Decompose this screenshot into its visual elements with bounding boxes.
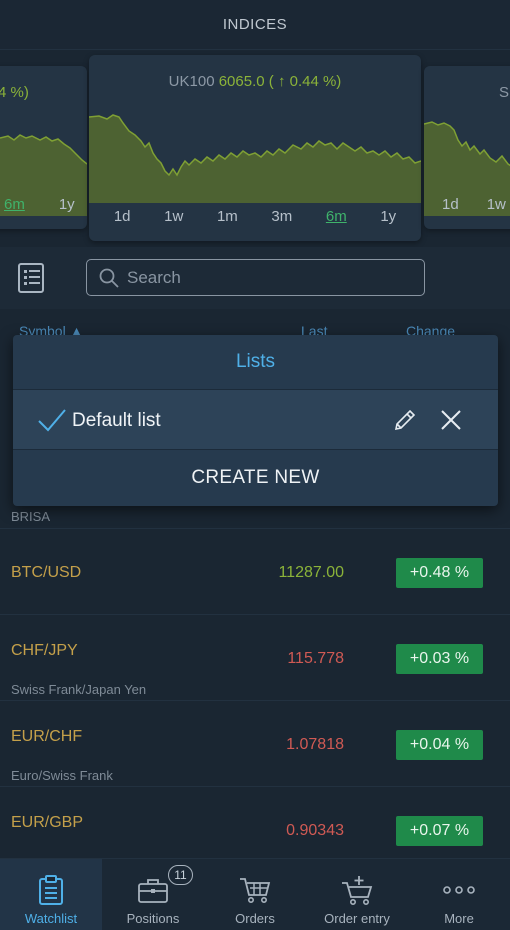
table-row[interactable]: CHF/JPY Swiss Frank/Japan Yen 115.778 +0… xyxy=(0,615,510,701)
index-card-uk100[interactable]: UK100 6065.0 ( ↑ 0.44 %) 1d 1w 1m 3m 6m … xyxy=(89,55,421,241)
index-card-left-title: 4 %) xyxy=(0,84,29,101)
index-change: ( ↑ 0.44 %) xyxy=(268,73,342,90)
create-new-button[interactable]: CREATE NEW xyxy=(13,450,498,506)
row-last-price: 11287.00 xyxy=(278,564,344,581)
more-dots-icon xyxy=(443,886,475,894)
index-card-left-ranges: 6m 1y xyxy=(0,196,87,213)
range-1d[interactable]: 1d xyxy=(442,196,459,213)
search-input[interactable] xyxy=(127,267,407,288)
search-box[interactable] xyxy=(86,259,425,296)
index-card-title: UK100 6065.0 ( ↑ 0.44 %) xyxy=(89,73,421,90)
row-change-badge: +0.48 % xyxy=(396,558,483,588)
table-row[interactable]: EUR/CHF Euro/Swiss Frank 1.07818 +0.04 % xyxy=(0,701,510,787)
row-symbol: EUR/CHF xyxy=(11,728,83,745)
range-3m[interactable]: 3m xyxy=(271,208,292,225)
nav-positions[interactable]: 11 Positions xyxy=(102,859,204,930)
row-change-badge: +0.04 % xyxy=(396,730,483,760)
popup-title: Lists xyxy=(13,335,498,390)
close-icon[interactable] xyxy=(440,409,462,431)
briefcase-icon xyxy=(138,879,168,903)
nav-label: Order entry xyxy=(324,911,390,926)
range-1w[interactable]: 1w xyxy=(164,208,183,225)
row-symbol: BTC/USD xyxy=(11,564,82,581)
cart-icon xyxy=(240,878,271,903)
nav-more[interactable]: More xyxy=(408,859,510,930)
row-last-price: 1.07818 xyxy=(286,736,344,753)
bottom-nav: Watchlist 11 Positions Orders Order entr… xyxy=(0,858,510,930)
range-6m[interactable]: 6m xyxy=(326,208,347,225)
search-icon xyxy=(99,268,119,288)
nav-label: Watchlist xyxy=(24,911,78,926)
nav-label: Positions xyxy=(126,911,180,926)
watchlist-screen: INDICES 4 %) 6m 1y UK100 6065.0 ( ↑ 0.44… xyxy=(0,0,510,930)
row-last-price: 115.778 xyxy=(287,650,344,667)
pencil-icon[interactable] xyxy=(393,408,417,432)
row-change-badge: +0.03 % xyxy=(396,644,483,674)
range-6m[interactable]: 6m xyxy=(4,196,25,213)
list-name: Default list xyxy=(72,410,161,431)
positions-count-badge: 11 xyxy=(168,865,193,885)
range-1y[interactable]: 1y xyxy=(59,196,75,213)
index-range-selector: 1d 1w 1m 3m 6m 1y xyxy=(89,208,421,225)
list-item-default[interactable]: Default list xyxy=(13,390,498,450)
cart-plus-icon xyxy=(342,876,373,905)
index-card-left[interactable]: 4 %) 6m 1y xyxy=(0,66,87,229)
page-title: INDICES xyxy=(222,16,288,33)
range-1m[interactable]: 1m xyxy=(217,208,238,225)
range-1y[interactable]: 1y xyxy=(380,208,396,225)
nav-watchlist[interactable]: Watchlist xyxy=(0,859,102,930)
nav-label: More xyxy=(444,911,474,926)
row-description: Euro/Swiss Frank xyxy=(11,768,113,783)
index-symbol: UK100 xyxy=(168,73,215,90)
indices-carousel[interactable]: 4 %) 6m 1y UK100 6065.0 ( ↑ 0.44 %) 1d 1… xyxy=(0,50,510,247)
row-last-price: 0.90343 xyxy=(286,822,344,839)
nav-order-entry[interactable]: Order entry xyxy=(306,859,408,930)
row-change-badge: +0.07 % xyxy=(396,816,483,846)
list-icon[interactable] xyxy=(18,263,44,293)
row-symbol: EUR/GBP xyxy=(11,814,84,831)
index-card-right[interactable]: SI 1d 1w xyxy=(424,66,510,229)
index-price: 6065.0 xyxy=(218,73,265,90)
nav-label: Orders xyxy=(235,911,275,926)
watchlist-toolbar xyxy=(0,247,510,309)
row-description: Swiss Frank/Japan Yen xyxy=(11,682,147,697)
range-1d[interactable]: 1d xyxy=(114,208,131,225)
table-row[interactable]: EUR/GBP 0.90343 +0.07 % xyxy=(0,787,510,858)
top-header: INDICES xyxy=(0,0,510,50)
index-card-right-ranges: 1d 1w xyxy=(424,196,510,213)
index-sparkline xyxy=(89,114,421,203)
range-1w[interactable]: 1w xyxy=(487,196,506,213)
row-description: BRISA xyxy=(11,509,51,524)
row-symbol: CHF/JPY xyxy=(11,642,78,659)
checkmark-icon xyxy=(38,409,66,432)
clipboard-icon xyxy=(39,875,63,905)
lists-popup: Lists Default list CREATE NEW xyxy=(13,335,498,506)
index-card-right-title: SI xyxy=(499,84,510,101)
nav-orders[interactable]: Orders xyxy=(204,859,306,930)
table-row[interactable]: BTC/USD 11287.00 +0.48 % xyxy=(0,529,510,615)
